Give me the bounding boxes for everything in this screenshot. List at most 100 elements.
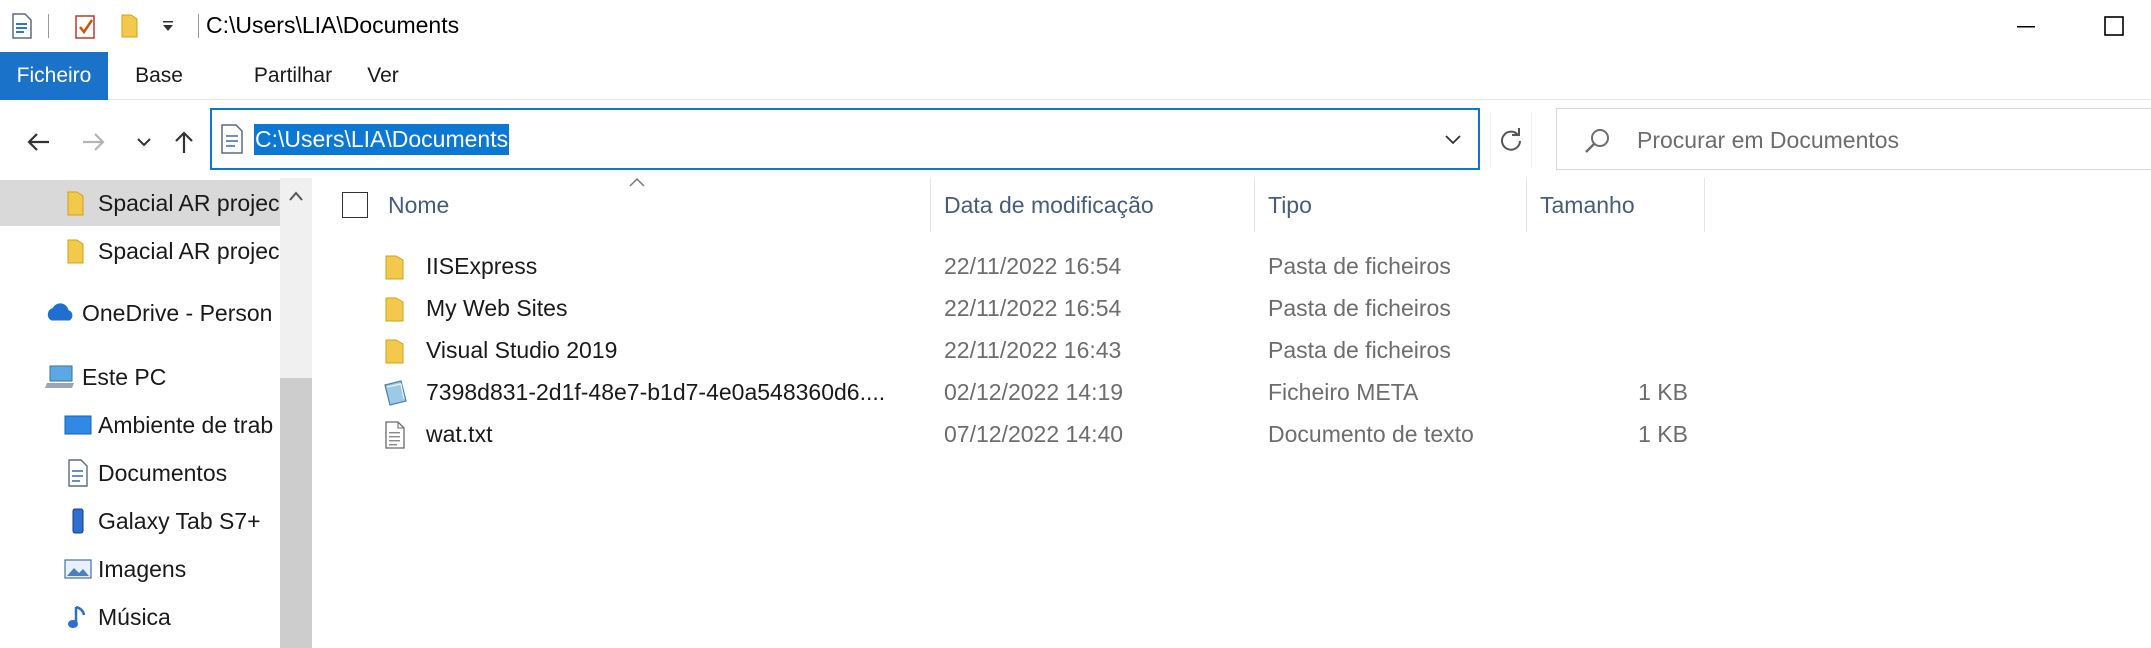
pictures-icon (62, 554, 94, 584)
folder-icon (60, 236, 92, 266)
properties-icon[interactable] (8, 12, 36, 40)
file-list: Nome Data de modificação Tipo Tamanho II… (312, 177, 2151, 648)
file-date: 02/12/2022 14:19 (944, 379, 1124, 405)
column-divider[interactable] (930, 178, 931, 232)
nav-item-label: Imagens (98, 556, 187, 582)
up-arrow-icon (175, 131, 193, 153)
maximize-button[interactable] (2068, 0, 2151, 52)
up-button[interactable] (164, 122, 204, 162)
sort-ascending-icon (629, 177, 645, 187)
minimize-button[interactable] (1980, 0, 2072, 52)
scrollbar-thumb[interactable] (280, 378, 312, 648)
file-row[interactable]: My Web Sites 22/11/2022 16:54 Pasta de f… (312, 288, 2151, 330)
select-all-checkbox[interactable] (342, 192, 368, 218)
nav-item-label: Documentos (98, 460, 228, 486)
file-name: IISExpress (426, 253, 538, 279)
nav-item-label: Este PC (82, 364, 167, 390)
music-icon (62, 602, 94, 632)
file-name: 7398d831-2d1f-48e7-b1d7-4e0a548360d6.... (426, 379, 886, 405)
recent-locations-button[interactable] (124, 122, 164, 162)
title-separator (198, 14, 199, 38)
maximize-icon (2104, 16, 2124, 36)
forward-arrow-icon (83, 133, 105, 151)
file-date: 22/11/2022 16:54 (944, 295, 1122, 321)
file-row[interactable]: IISExpress 22/11/2022 16:54 Pasta de fic… (312, 246, 2151, 288)
checkmark-icon[interactable] (72, 12, 100, 40)
column-divider[interactable] (1704, 178, 1705, 232)
new-folder-icon[interactable] (116, 12, 144, 40)
tab-base[interactable]: Base (116, 52, 202, 100)
nav-item-label: Galaxy Tab S7+ (98, 508, 261, 534)
pc-icon (44, 362, 76, 392)
file-type: Pasta de ficheiros (1268, 295, 1451, 321)
onedrive-cloud-icon (44, 298, 76, 328)
search-box[interactable]: Procurar em Documentos (1556, 108, 2151, 170)
nav-item-label: Spacial AR projec (98, 238, 280, 264)
nav-item-galaxy-tab[interactable]: Galaxy Tab S7+ (0, 498, 280, 544)
column-header-type[interactable]: Tipo (1268, 178, 1312, 232)
customize-dropdown-icon[interactable] (154, 12, 182, 40)
file-explorer-window: C:\Users\LIA\Documents Ficheiro Base Par… (0, 0, 2151, 648)
file-name: My Web Sites (426, 295, 568, 321)
scroll-up-button[interactable] (280, 178, 312, 214)
qat-separator (48, 14, 49, 38)
back-arrow-icon (27, 133, 49, 151)
file-type: Pasta de ficheiros (1268, 337, 1451, 363)
nav-item-ambiente-de-trabalho[interactable]: Ambiente de trab (0, 402, 280, 448)
tab-partilhar[interactable]: Partilhar (222, 52, 364, 100)
address-path[interactable]: C:\Users\LIA\Documents (254, 124, 510, 155)
refresh-icon (1501, 128, 1521, 151)
address-bar[interactable]: C:\Users\LIA\Documents (210, 108, 1480, 170)
documents-icon (62, 458, 94, 488)
file-name: Visual Studio 2019 (426, 337, 618, 363)
file-date: 07/12/2022 14:40 (944, 421, 1124, 447)
nav-item-spacial-ar-2[interactable]: Spacial AR projec (0, 228, 280, 274)
meta-file-icon (380, 378, 410, 408)
file-date: 22/11/2022 16:54 (944, 253, 1122, 279)
forward-button[interactable] (74, 122, 114, 162)
chevron-up-icon (289, 191, 303, 201)
file-row[interactable]: Visual Studio 2019 22/11/2022 16:43 Past… (312, 330, 2151, 372)
title-bar: C:\Users\LIA\Documents (0, 0, 2151, 52)
nav-item-onedrive[interactable]: OneDrive - Person (0, 290, 280, 336)
nav-item-musica[interactable]: Música (0, 594, 280, 640)
column-divider[interactable] (1526, 178, 1527, 232)
documents-icon (220, 124, 248, 156)
search-icon (1583, 127, 1611, 155)
file-date: 22/11/2022 16:43 (944, 337, 1122, 363)
nav-item-documentos[interactable]: Documentos (0, 450, 280, 496)
nav-item-este-pc[interactable]: Este PC (0, 354, 280, 400)
nav-item-label: OneDrive - Person (82, 300, 273, 326)
column-header-date[interactable]: Data de modificação (944, 178, 1154, 232)
file-size: 1 KB (1638, 379, 1688, 405)
navigation-pane: Spacial AR projec Spacial AR projec OneD… (0, 178, 312, 648)
tablet-icon (62, 506, 94, 536)
nav-item-label: Música (98, 604, 171, 630)
column-header-size[interactable]: Tamanho (1540, 178, 1635, 232)
navpane-scrollbar[interactable] (280, 178, 312, 648)
file-size: 1 KB (1638, 421, 1688, 447)
tab-ver[interactable]: Ver (358, 52, 408, 100)
column-divider[interactable] (1254, 178, 1255, 232)
file-type: Ficheiro META (1268, 379, 1419, 405)
refresh-button[interactable] (1490, 112, 1532, 168)
tab-ficheiro[interactable]: Ficheiro (0, 52, 108, 100)
folder-icon (380, 294, 410, 324)
chevron-down-icon[interactable] (1442, 130, 1464, 150)
file-type: Documento de texto (1268, 421, 1474, 447)
recent-locations-icon (137, 138, 151, 147)
search-placeholder[interactable]: Procurar em Documentos (1637, 127, 1899, 154)
column-header-name[interactable]: Nome (388, 178, 449, 232)
file-row[interactable]: 7398d831-2d1f-48e7-b1d7-4e0a548360d6....… (312, 372, 2151, 414)
folder-icon (380, 252, 410, 282)
file-name: wat.txt (426, 421, 493, 447)
file-row[interactable]: wat.txt 07/12/2022 14:40 Documento de te… (312, 414, 2151, 456)
minimize-icon (2017, 26, 2035, 28)
back-button[interactable] (18, 122, 58, 162)
window-title: C:\Users\LIA\Documents (206, 12, 460, 38)
nav-item-spacial-ar-1[interactable]: Spacial AR projec (0, 180, 280, 226)
ribbon-tabs: Ficheiro Base Partilhar Ver (0, 52, 2151, 100)
folder-icon (60, 188, 92, 218)
text-file-icon (380, 420, 410, 450)
nav-item-imagens[interactable]: Imagens (0, 546, 280, 592)
